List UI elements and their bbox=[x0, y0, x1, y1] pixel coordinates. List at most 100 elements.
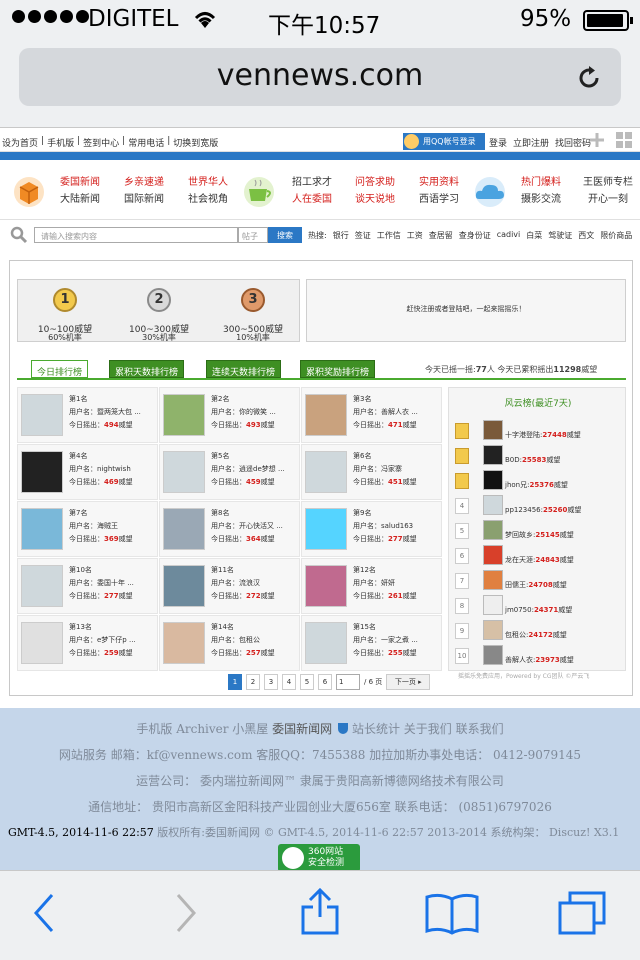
move-icon[interactable] bbox=[590, 133, 604, 150]
rank-card[interactable]: 第11名 用户名：流浪汉 今日摇出：272威望 bbox=[159, 558, 300, 614]
footer-links-text[interactable]: 手机版 Archiver 小黑屋 bbox=[136, 722, 272, 736]
leaderboard-row[interactable]: 10 善解人衣:23973威望 bbox=[455, 645, 623, 669]
rank-card[interactable]: 第10名 用户名：委国十年 ... 今日摇出：277威望 bbox=[17, 558, 158, 614]
tab-today-ranking[interactable]: 今日排行榜 bbox=[31, 360, 89, 378]
register-link[interactable]: 立即注册 bbox=[513, 136, 549, 149]
user-avatar[interactable] bbox=[305, 565, 347, 607]
user-name[interactable]: 开心快活又 ... bbox=[239, 522, 283, 530]
leaderboard-row[interactable]: 5 梦回故乡:25145威望 bbox=[455, 520, 623, 544]
user-avatar[interactable] bbox=[163, 394, 205, 436]
nav-link-chat[interactable]: 谈天说地 bbox=[353, 191, 397, 208]
user-avatar[interactable] bbox=[483, 595, 503, 615]
user-name[interactable]: 善解人衣 ... bbox=[381, 408, 418, 416]
user-name[interactable]: 暨两笼大包 ... bbox=[97, 408, 141, 416]
user-name[interactable]: salud163 bbox=[381, 522, 413, 530]
wide-version-link[interactable]: 切换到宽版 bbox=[173, 136, 218, 149]
page-link[interactable]: 6 bbox=[318, 674, 332, 690]
user-avatar[interactable] bbox=[21, 394, 63, 436]
bookmarks-icon[interactable] bbox=[424, 891, 480, 939]
leaderboard-row[interactable]: 7 田儒王:24708威望 bbox=[455, 570, 623, 594]
user-avatar[interactable] bbox=[21, 565, 63, 607]
user-avatar[interactable] bbox=[21, 508, 63, 550]
page-link[interactable]: 4 bbox=[282, 674, 296, 690]
leader-name[interactable]: 善解人衣: bbox=[505, 656, 535, 664]
leaderboard-row[interactable]: 6 龙在天涯:24843威望 bbox=[455, 545, 623, 569]
forgot-password-link[interactable]: 找回密码 bbox=[555, 136, 591, 149]
nav-link-jobs[interactable]: 招工求才 bbox=[290, 174, 334, 191]
user-name[interactable]: 一家之煮 ... bbox=[381, 636, 418, 644]
user-name[interactable]: 海贼王 bbox=[97, 522, 118, 530]
hot-search-link[interactable]: 银行 bbox=[333, 230, 349, 241]
user-avatar[interactable] bbox=[305, 622, 347, 664]
leaderboard-row[interactable]: B0D:25583威望 bbox=[455, 445, 623, 469]
hot-search-link[interactable]: 西文 bbox=[578, 230, 594, 241]
leader-name[interactable]: 包租公: bbox=[505, 631, 528, 639]
leader-name[interactable]: jm0750: bbox=[505, 606, 534, 614]
hot-search-link[interactable]: 查身份证 bbox=[459, 230, 491, 241]
page-link[interactable]: 5 bbox=[300, 674, 314, 690]
hot-search-link[interactable]: 查居留 bbox=[429, 230, 453, 241]
search-input[interactable]: 请输入搜索内容 bbox=[34, 227, 238, 243]
rank-card[interactable]: 第15名 用户名：一家之煮 ... 今日摇出：255威望 bbox=[301, 615, 442, 671]
rank-card[interactable]: 第1名 用户名：暨两笼大包 ... 今日摇出：494威望 bbox=[17, 387, 158, 443]
nav-link-resources[interactable]: 实用资料 bbox=[417, 174, 461, 191]
leaderboard-row[interactable]: 4 pp123456:25260威望 bbox=[455, 495, 623, 519]
user-avatar[interactable] bbox=[163, 622, 205, 664]
user-name[interactable]: 流浪汉 bbox=[239, 579, 260, 587]
login-link[interactable]: 登录 bbox=[489, 136, 507, 149]
address-bar[interactable]: vennews.com bbox=[19, 48, 621, 106]
rank-card[interactable]: 第13名 用户名：e梦下仔p ... 今日摇出：259威望 bbox=[17, 615, 158, 671]
tab-cumulative-days[interactable]: 累积天数排行榜 bbox=[109, 360, 185, 378]
nav-link-world-chinese[interactable]: 世界华人 bbox=[186, 174, 230, 191]
hot-search-link[interactable]: cadivi bbox=[497, 230, 521, 241]
leader-name[interactable]: pp123456: bbox=[505, 506, 543, 514]
user-name[interactable]: 委国十年 ... bbox=[97, 579, 134, 587]
user-avatar[interactable] bbox=[305, 394, 347, 436]
rank-card[interactable]: 第6名 用户名：冯家寨 今日摇出：451威望 bbox=[301, 444, 442, 500]
nav-link-society[interactable]: 社会视角 bbox=[186, 191, 230, 208]
rank-card[interactable]: 第4名 用户名：nightwish 今日摇出：469威望 bbox=[17, 444, 158, 500]
page-link[interactable]: 2 bbox=[246, 674, 260, 690]
user-name[interactable]: 包租公 bbox=[239, 636, 260, 644]
nav-link-china-news[interactable]: 大陆新闻 bbox=[58, 191, 102, 208]
leader-name[interactable]: 田儒王: bbox=[505, 581, 528, 589]
user-avatar[interactable] bbox=[483, 445, 503, 465]
leader-name[interactable]: jhon兄: bbox=[505, 481, 529, 489]
user-name[interactable]: nightwish bbox=[97, 465, 131, 473]
user-avatar[interactable] bbox=[163, 565, 205, 607]
rank-card[interactable]: 第12名 用户名：妍妍 今日摇出：261威望 bbox=[301, 558, 442, 614]
leaderboard-row[interactable]: jhon兄:25376威望 bbox=[455, 470, 623, 494]
user-name[interactable]: 妍妍 bbox=[381, 579, 395, 587]
user-name[interactable]: 你的微笑 ... bbox=[239, 408, 276, 416]
leader-name[interactable]: 梦回故乡: bbox=[505, 531, 535, 539]
user-avatar[interactable] bbox=[305, 508, 347, 550]
rank-card[interactable]: 第8名 用户名：开心快活又 ... 今日摇出：364威望 bbox=[159, 501, 300, 557]
user-avatar[interactable] bbox=[483, 645, 503, 665]
user-avatar[interactable] bbox=[305, 451, 347, 493]
nav-link-venezuela-news[interactable]: 委国新闻 bbox=[58, 174, 102, 191]
mobile-version-link[interactable]: 手机版 bbox=[47, 136, 74, 149]
user-avatar[interactable] bbox=[483, 470, 503, 490]
leaderboard-row[interactable]: 十字港登陆:27448威望 bbox=[455, 420, 623, 444]
page-link[interactable]: 1 bbox=[228, 674, 242, 690]
hot-search-link[interactable]: 签证 bbox=[355, 230, 371, 241]
security-badge[interactable]: 360网站 安全检测 bbox=[278, 844, 360, 872]
user-avatar[interactable] bbox=[21, 451, 63, 493]
search-scope-select[interactable]: 帖子 bbox=[238, 227, 268, 243]
nav-link-hometown[interactable]: 乡亲速递 bbox=[122, 174, 166, 191]
qq-login-button[interactable]: 用QQ帐号登录 bbox=[403, 133, 485, 150]
reload-icon[interactable] bbox=[575, 64, 603, 96]
rank-card[interactable]: 第14名 用户名：包租公 今日摇出：257威望 bbox=[159, 615, 300, 671]
share-icon[interactable] bbox=[298, 887, 342, 941]
user-name[interactable]: 逍遥de梦想 ... bbox=[239, 465, 285, 473]
hot-search-link[interactable]: 驾驶证 bbox=[548, 230, 572, 241]
forward-arrow-icon[interactable] bbox=[172, 891, 200, 939]
nav-link-spanish[interactable]: 西语学习 bbox=[417, 191, 461, 208]
rank-card[interactable]: 第7名 用户名：海贼王 今日摇出：369威望 bbox=[17, 501, 158, 557]
hot-search-link[interactable]: 白菜 bbox=[526, 230, 542, 241]
nav-link-qa[interactable]: 问答求助 bbox=[353, 174, 397, 191]
rank-card[interactable]: 第3名 用户名：善解人衣 ... 今日摇出：471威望 bbox=[301, 387, 442, 443]
user-name[interactable]: 冯家寨 bbox=[381, 465, 402, 473]
next-page-button[interactable]: 下一页 ▸ bbox=[386, 674, 431, 690]
nav-link-jokes[interactable]: 开心一刻 bbox=[582, 191, 634, 208]
